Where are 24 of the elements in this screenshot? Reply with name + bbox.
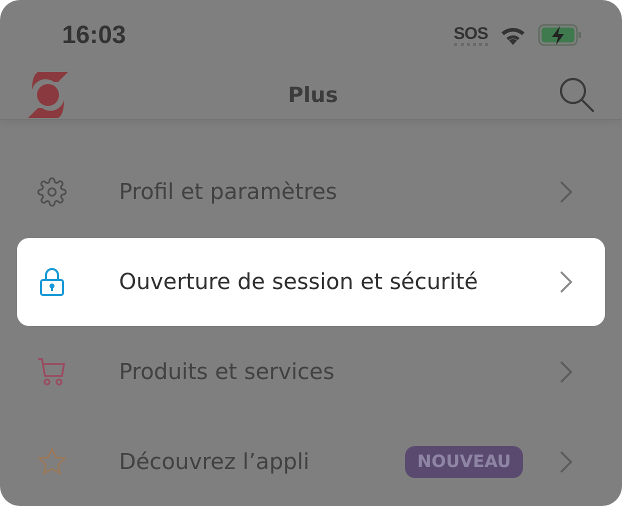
menu-item-label: Découvrez l’appli [119, 450, 310, 474]
page-title: Plus [288, 82, 338, 107]
menu-item-label: Profil et paramètres [119, 180, 338, 204]
chevron-icon [559, 450, 573, 474]
sos-indicator: SOS [454, 24, 488, 46]
menu-item[interactable]: Ouverture de session et sécurité [17, 238, 605, 326]
menu-item-label: Ouverture de session et sécurité [119, 270, 479, 294]
status-time: 16:03 [62, 20, 126, 50]
menu-item[interactable]: Profil et paramètres [17, 148, 605, 236]
menu-item-label: Produits et services [119, 360, 336, 384]
menu-item[interactable]: Découvrez l’appli NOUVEAU [17, 418, 605, 506]
cart-icon [37, 357, 67, 387]
wifi-icon [500, 25, 526, 46]
new-badge: NOUVEAU [405, 446, 523, 478]
menu-item[interactable]: Produits et services [17, 328, 605, 416]
chevron-icon [559, 360, 573, 384]
logo-icon [28, 72, 68, 118]
chevron-icon [559, 180, 573, 204]
star-icon [37, 447, 67, 477]
battery-charging-icon [538, 24, 582, 46]
lock-icon [39, 267, 65, 297]
chevron-icon [559, 270, 573, 294]
gear-icon [37, 177, 67, 207]
search-button[interactable] [558, 76, 596, 114]
